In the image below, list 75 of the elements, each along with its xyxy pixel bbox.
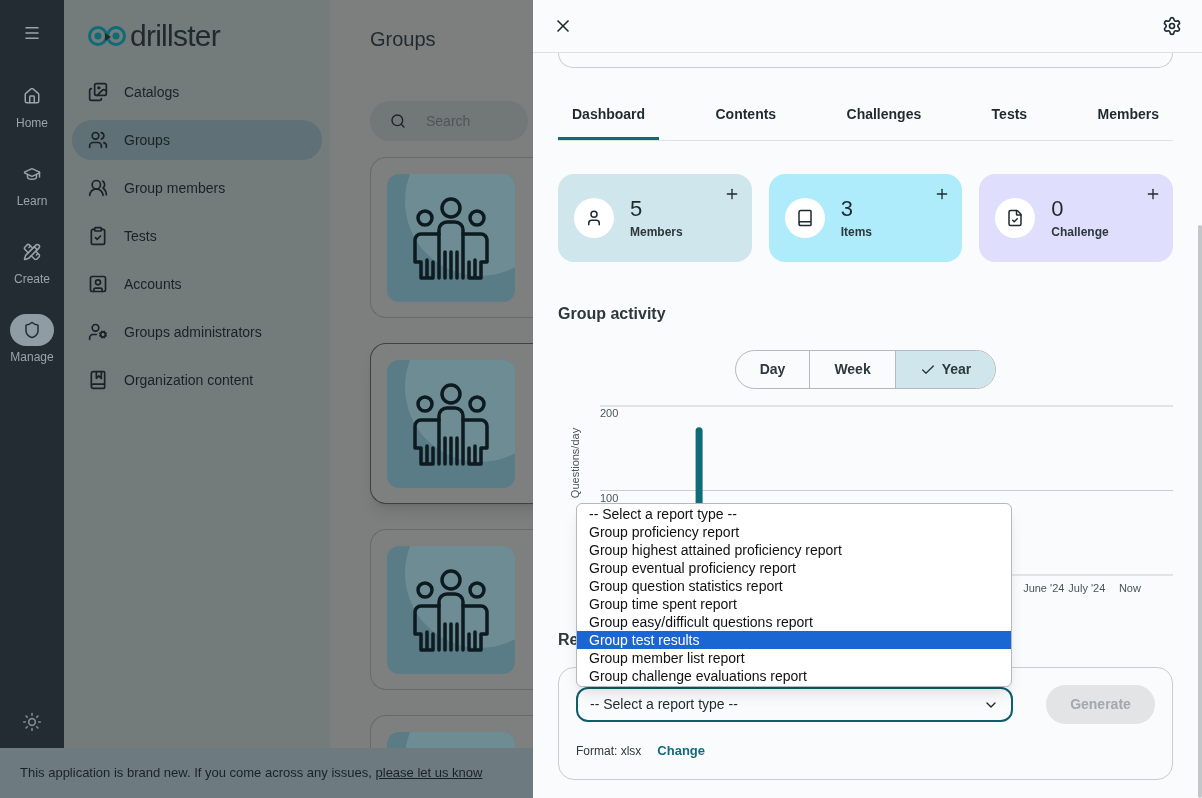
people-icon (88, 130, 108, 150)
format-label: Format: xlsx (576, 742, 642, 760)
shield-icon (23, 321, 41, 339)
y-axis-label: Questions/day (569, 427, 581, 499)
report-type-select[interactable]: -- Select a report type -- (576, 687, 1013, 722)
feedback-link[interactable]: please let us know (375, 765, 483, 781)
stat-value: 5 (630, 195, 644, 223)
stat-value: 3 (840, 195, 854, 223)
tab[interactable]: Members (1083, 92, 1173, 140)
x-tick-label: July '24 (1068, 582, 1106, 594)
sidebar-item[interactable]: Organization content (72, 360, 322, 400)
clipboard-check-icon (88, 226, 108, 246)
period-button[interactable]: Week (809, 351, 895, 388)
report-option[interactable]: Group member list report (577, 649, 1011, 667)
rail-label: Create (14, 271, 50, 288)
report-option[interactable]: -- Select a report type -- (577, 505, 1011, 523)
y-tick-label: 200 (600, 407, 619, 419)
report-option[interactable]: Group easy/difficult questions report (577, 613, 1011, 631)
period-button[interactable]: Day (735, 351, 810, 388)
x-tick-label: Now (1118, 582, 1141, 594)
sidebar-item[interactable]: Tests (72, 216, 322, 256)
y-tick-label: 100 (600, 491, 619, 504)
stat-card[interactable]: 3 Items (768, 174, 963, 262)
rail-label: Learn (16, 193, 48, 210)
search-icon (390, 113, 406, 129)
stat-label: Items (840, 224, 872, 241)
users-icon (88, 178, 108, 198)
group-card[interactable] (370, 529, 533, 690)
stat-card[interactable]: 5 Members (558, 174, 752, 262)
tab[interactable]: Dashboard (558, 92, 660, 140)
file-check-icon (1006, 209, 1025, 227)
stat-value: 0 (1051, 195, 1065, 223)
sidebar-item[interactable]: Groups administrators (72, 312, 322, 352)
period-button[interactable]: Year (894, 351, 996, 388)
rail-label: Home (16, 115, 48, 132)
group-card[interactable] (370, 157, 533, 318)
notice-text: This application is brand new. If you come across any issues, please let us know (20, 764, 483, 783)
tab[interactable]: Challenges (832, 92, 936, 140)
report-option[interactable]: Group eventual proficiency report (577, 559, 1011, 577)
pencil-ruler-icon (23, 243, 41, 261)
plus-icon[interactable] (1145, 186, 1161, 202)
report-option[interactable]: Group highest attained proficiency report (577, 541, 1011, 559)
x-tick-label: June '24 (1023, 582, 1065, 594)
logo-icon (88, 25, 126, 47)
page-title: Groups (370, 27, 437, 52)
report-option[interactable]: Group test results (577, 631, 1011, 649)
change-link[interactable]: Change (657, 741, 705, 761)
bookmark-icon (88, 370, 108, 390)
stat-label: Members (630, 224, 683, 241)
report-option[interactable]: Group proficiency report (577, 523, 1011, 541)
tab[interactable]: Contents (701, 92, 791, 140)
user-icon (585, 209, 603, 227)
user-square-icon (88, 274, 108, 294)
user-gear-icon (88, 322, 108, 342)
theme-icon[interactable] (22, 712, 42, 732)
sidebar-item[interactable]: Accounts (72, 264, 322, 304)
graduation-cap-icon (23, 165, 41, 183)
tab[interactable]: Tests (977, 92, 1042, 140)
book-icon (795, 209, 814, 227)
home-icon (23, 87, 41, 105)
section-title: Group activity (558, 304, 667, 324)
report-option[interactable]: Group question statistics report (577, 577, 1011, 595)
settings-icon[interactable] (1162, 16, 1182, 36)
sidebar-item[interactable]: Group members (72, 168, 322, 208)
group-card[interactable] (370, 343, 533, 504)
stat-card[interactable]: 0 Challenge (979, 174, 1173, 262)
logo-text: drillster (130, 21, 220, 51)
report-option[interactable]: Group time spent report (577, 595, 1011, 613)
rail-label: Manage (10, 349, 54, 366)
stat-label: Challenge (1051, 224, 1109, 241)
menu-icon[interactable] (23, 24, 41, 42)
images-icon (88, 82, 108, 102)
sidebar-item[interactable]: Catalogs (72, 72, 322, 112)
report-option[interactable]: Group challenge evaluations report (577, 667, 1011, 685)
rail-button[interactable] (10, 314, 54, 346)
